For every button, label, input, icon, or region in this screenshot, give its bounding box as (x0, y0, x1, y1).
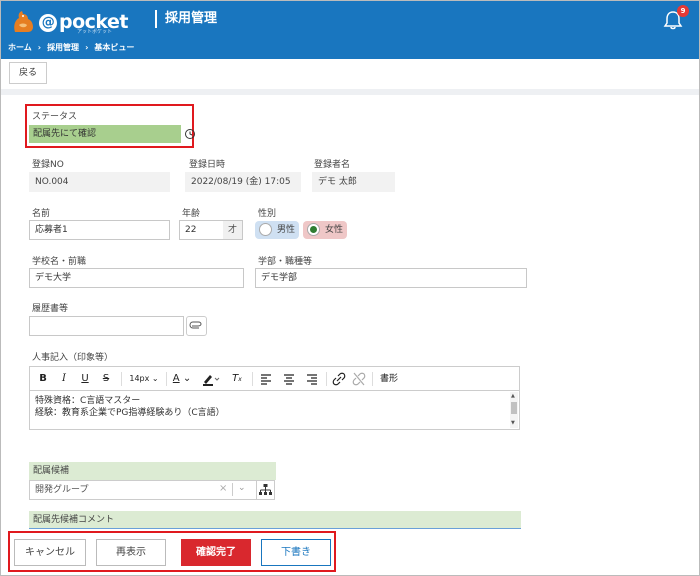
italic-icon[interactable]: I (57, 371, 71, 387)
paperclip-icon (189, 321, 202, 329)
highlight-pen-icon[interactable] (200, 371, 222, 387)
school-label: 学校名・前職 (32, 257, 87, 267)
org-chart-button[interactable] (256, 480, 275, 500)
rich-text-editor: B I U S 14px ⌄ A ⌄ Tx 書形 特殊資格：C言語マスター 経験… (29, 366, 520, 430)
select-divider (232, 483, 233, 496)
text-color-icon[interactable]: A ⌄ (171, 371, 193, 387)
age-label: 年齢 (182, 209, 201, 219)
app-header: @ pocket アットポケット 採用管理 9 ホーム › 採用管理 › 基本ビュ… (1, 1, 699, 59)
reg-date-label: 登録日時 (189, 160, 226, 170)
strikethrough-icon[interactable]: S (99, 371, 113, 387)
chevron-down-icon[interactable]: ⌄ (238, 483, 246, 493)
breadcrumb: ホーム › 採用管理 › 基本ビュー (8, 42, 134, 53)
name-label: 名前 (32, 209, 51, 219)
app-title: 採用管理 (155, 10, 217, 28)
back-button[interactable]: 戻る (9, 62, 47, 84)
age-unit: 才 (223, 220, 243, 240)
age-input[interactable]: 22 (179, 220, 224, 240)
toolbar-separator (252, 372, 253, 386)
gender-radio-male[interactable]: 男性 (255, 221, 299, 239)
radio-female-indicator (307, 223, 320, 236)
cancel-button[interactable]: キャンセル (14, 539, 86, 566)
toolbar-separator (372, 372, 373, 386)
breadcrumb-home[interactable]: ホーム (8, 42, 32, 53)
resume-label: 履歴書等 (32, 304, 69, 314)
underline-icon[interactable]: U (78, 371, 92, 387)
app-window: @ pocket アットポケット 採用管理 9 ホーム › 採用管理 › 基本ビュ… (0, 0, 700, 576)
logo-subtext: アットポケット (77, 29, 113, 35)
scroll-up-arrow-icon[interactable]: ▲ (511, 393, 515, 399)
clear-icon[interactable]: × (219, 483, 227, 494)
section-divider (1, 89, 699, 95)
chevron-right-icon: › (37, 43, 42, 52)
resume-input[interactable] (29, 316, 184, 336)
align-right-icon[interactable] (305, 371, 319, 387)
editor-line: 特殊資格：C言語マスター (35, 396, 141, 406)
toolbar: 戻る (1, 59, 699, 89)
confirm-complete-button[interactable]: 確認完了 (181, 539, 251, 566)
assignment-comment-header: 配属先候補コメント (29, 511, 521, 529)
org-chart-icon (259, 484, 272, 495)
school-input[interactable]: デモ大学 (29, 268, 244, 288)
notification-badge: 9 (677, 5, 689, 17)
kangaroo-logo-icon (14, 11, 34, 32)
registrant-value: デモ 太郎 (312, 172, 395, 192)
redisplay-button[interactable]: 再表示 (96, 539, 166, 566)
editor-toolbar: B I U S 14px ⌄ A ⌄ Tx 書形 (30, 367, 519, 391)
gender-radio-female[interactable]: 女性 (303, 221, 347, 239)
registrant-label: 登録者名 (314, 160, 351, 170)
chevron-right-icon: › (85, 43, 89, 52)
editor-scrollbar[interactable]: ▲ ▼ (510, 392, 518, 428)
align-left-icon[interactable] (259, 371, 273, 387)
editor-line: 経験：教育系企業でPG指導経験あり（C言語） (35, 408, 225, 418)
gender-female-text: 女性 (325, 225, 344, 235)
font-size-select[interactable]: 14px ⌄ (126, 371, 162, 387)
breadcrumb-recruitment[interactable]: 採用管理 (47, 42, 79, 53)
faculty-input[interactable]: デモ学部 (255, 268, 527, 288)
gender-male-text: 男性 (277, 225, 296, 235)
text-color-glyph: A (172, 373, 180, 384)
unlink-icon[interactable] (352, 371, 366, 387)
reg-no-label: 登録NO (32, 160, 64, 170)
faculty-label: 学部・職種等 (258, 257, 313, 267)
clear-format-icon[interactable]: Tx (230, 371, 244, 387)
logo-at: @ (39, 14, 57, 32)
name-input[interactable]: 応募者1 (29, 220, 170, 240)
toolbar-separator (121, 372, 122, 386)
toolbar-separator (326, 372, 327, 386)
gender-label: 性別 (258, 209, 277, 219)
clear-format-x: x (238, 376, 242, 383)
draft-button[interactable]: 下書き (261, 539, 331, 566)
clock-icon[interactable] (184, 128, 196, 140)
hr-note-label: 人事記入（印象等） (32, 353, 114, 363)
scroll-thumb[interactable] (511, 402, 517, 414)
status-field[interactable]: 配属先にて確認 (29, 125, 181, 143)
reg-date-value: 2022/08/19 (金) 17:05 (185, 172, 301, 192)
bold-icon[interactable]: B (36, 371, 50, 387)
breadcrumb-current: 基本ビュー (94, 43, 135, 52)
font-size-value: 14px (129, 374, 150, 383)
assignment-candidate-header: 配属候補 (29, 462, 276, 480)
radio-male-indicator (259, 223, 272, 236)
link-icon[interactable] (332, 371, 346, 387)
format-button[interactable]: 書形 (377, 371, 401, 387)
scroll-down-arrow-icon[interactable]: ▼ (511, 420, 515, 426)
editor-content[interactable]: 特殊資格：C言語マスター 経験：教育系企業でPG指導経験あり（C言語） (30, 391, 519, 429)
reg-no-value: NO.004 (29, 172, 170, 192)
status-label: ステータス (32, 112, 78, 122)
align-center-icon[interactable] (282, 371, 296, 387)
toolbar-separator (166, 372, 167, 386)
attach-button[interactable] (186, 316, 207, 336)
